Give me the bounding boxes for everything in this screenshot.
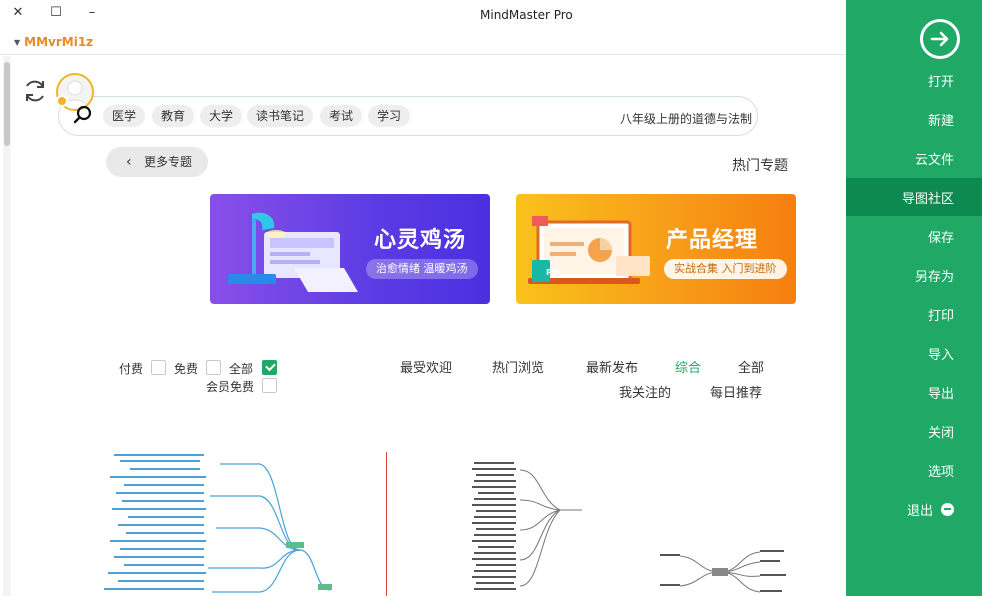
search-input[interactable]: 八年级上册的道德与法制 xyxy=(620,110,752,127)
minimize-window-button[interactable]: – xyxy=(82,4,102,22)
banner-title: 产品经理 xyxy=(666,228,759,253)
sidebar-item-save[interactable]: 保存 xyxy=(846,217,982,255)
sidebar-item-export[interactable]: 导出 xyxy=(846,373,982,411)
filter-member-free-checkbox[interactable] xyxy=(262,378,277,393)
close-window-button[interactable]: ✕ xyxy=(8,4,28,22)
minus-circle-icon xyxy=(941,502,954,516)
sort-most-popular[interactable]: 最受欢迎 xyxy=(400,357,452,376)
sort-daily-picks[interactable]: 每日推荐 xyxy=(710,382,762,401)
more-topics-button[interactable]: ‹ 更多专题 xyxy=(106,147,208,177)
user-account-menu[interactable]: ▼ MMvrMi1z xyxy=(14,35,93,49)
sidebar-item-save-as[interactable]: 另存为 xyxy=(846,256,982,294)
banner-subtitle: 实战合集 入门到进阶 xyxy=(664,259,787,279)
search-tag[interactable]: 教育 xyxy=(152,105,195,127)
filter-paid-checkbox[interactable] xyxy=(151,360,166,375)
filter-all-checkbox[interactable] xyxy=(262,360,277,375)
filter-all-label: 全部 xyxy=(229,362,254,376)
filter-free-checkbox[interactable] xyxy=(206,360,221,375)
search-tag[interactable]: 大学 xyxy=(200,105,243,127)
vip-badge-icon xyxy=(56,95,68,107)
sidebar-item-label: 保存 xyxy=(927,230,954,246)
sidebar-item-label: 云文件 xyxy=(914,152,954,168)
sort-comprehensive[interactable]: 综合 xyxy=(675,357,701,376)
mindmap-thumbnail-divider xyxy=(386,452,387,596)
sidebar-item-import[interactable]: 导入 xyxy=(846,334,982,372)
topic-banner-inspiration[interactable]: 心灵鸡汤 治愈情绪 温暖鸡汤 xyxy=(210,194,490,304)
banner-title: 心灵鸡汤 xyxy=(374,228,467,253)
mindmap-thumbnail[interactable] xyxy=(100,450,340,596)
back-arrow-icon[interactable] xyxy=(920,19,960,59)
sidebar-item-print[interactable]: 打印 xyxy=(846,295,982,333)
mindmap-thumbnail[interactable] xyxy=(470,460,590,596)
sidebar-item-options[interactable]: 选项 xyxy=(846,451,982,489)
user-name: MMvrMi1z xyxy=(24,35,94,49)
sidebar-item-label: 导出 xyxy=(927,386,954,402)
sidebar-item-close[interactable]: 关闭 xyxy=(846,412,982,450)
search-tag[interactable]: 考试 xyxy=(320,105,363,127)
window-title: MindMaster Pro xyxy=(480,8,573,22)
sidebar-item-label: 另存为 xyxy=(914,269,954,285)
search-tag[interactable]: 医学 xyxy=(103,105,146,127)
sidebar-item-label: 新建 xyxy=(927,113,954,129)
sidebar-item-label: 导图社区 xyxy=(901,191,954,207)
mindmap-thumbnail[interactable] xyxy=(660,548,790,596)
banner-subtitle: 治愈情绪 温暖鸡汤 xyxy=(366,259,478,279)
refresh-icon[interactable] xyxy=(22,78,48,104)
maximize-window-button[interactable]: ☐ xyxy=(46,4,66,22)
sidebar-item-open[interactable]: 打开 xyxy=(846,61,982,99)
sidebar-item-label: 关闭 xyxy=(927,425,954,441)
sort-newest[interactable]: 最新发布 xyxy=(586,357,638,376)
section-title: 热门专题 xyxy=(732,158,788,174)
more-topics-label: 更多专题 xyxy=(144,155,193,169)
topic-banner-product-manager[interactable]: PM 产品经理 实战合集 入门到进阶 xyxy=(516,194,796,304)
chevron-left-icon: ‹ xyxy=(126,154,132,170)
sidebar-item-label: 选项 xyxy=(927,464,954,480)
sidebar-item-label: 退出 xyxy=(906,503,933,519)
title-bar xyxy=(0,0,846,30)
caret-down-icon: ▼ xyxy=(14,37,21,47)
sidebar-item-label: 打印 xyxy=(927,308,954,324)
sidebar-item-new[interactable]: 新建 xyxy=(846,100,982,138)
search-icon[interactable] xyxy=(72,104,94,126)
scrollbar-thumb[interactable] xyxy=(4,62,10,146)
sidebar-item-exit[interactable]: 退出 xyxy=(846,490,982,528)
filter-member-free-label: 会员免费 xyxy=(206,380,255,394)
filter-paid-label: 付费 xyxy=(119,362,144,376)
sidebar-item-community[interactable]: 导图社区 xyxy=(846,178,982,216)
laptop-illustration-icon xyxy=(528,216,650,284)
desk-lamp-illustration-icon xyxy=(228,212,358,292)
search-tag[interactable]: 读书笔记 xyxy=(247,105,314,127)
sort-following[interactable]: 我关注的 xyxy=(619,382,671,401)
search-tag[interactable]: 学习 xyxy=(368,105,411,127)
filter-free-label: 免费 xyxy=(174,362,199,376)
sidebar-item-label: 导入 xyxy=(927,347,954,363)
divider xyxy=(0,54,846,55)
pm-badge: PM xyxy=(546,268,560,277)
sidebar-item-label: 打开 xyxy=(927,74,954,90)
sort-all[interactable]: 全部 xyxy=(738,357,764,376)
sort-most-viewed[interactable]: 热门浏览 xyxy=(492,357,544,376)
sidebar-item-cloud-files[interactable]: 云文件 xyxy=(846,139,982,177)
